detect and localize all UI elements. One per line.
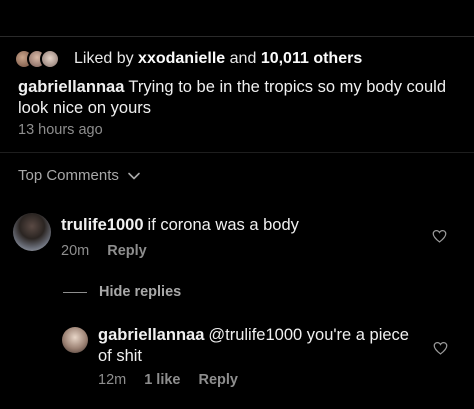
hide-replies-button[interactable]: Hide replies [63,284,181,300]
divider [63,291,87,293]
post-comments-screen: Liked by xxodanielle and 10,011 others g… [0,0,474,409]
avatar[interactable] [13,213,51,251]
hide-replies-label: Hide replies [99,284,182,300]
post-caption: gabriellannaa Trying to be in the tropics… [18,77,458,119]
reply-time: 12m [98,372,127,388]
comment-meta: 20m Reply [61,243,147,259]
liked-by-user[interactable]: xxodanielle [138,50,225,67]
caption-username[interactable]: gabriellannaa [18,78,124,96]
reply-button[interactable]: Reply [199,372,239,388]
comment-text: if corona was a body [147,216,299,234]
liked-by-row[interactable]: Liked by xxodanielle and 10,011 others [14,48,362,70]
reply-meta: 12m 1 like Reply [98,372,238,388]
liked-by-others[interactable]: 10,011 others [261,50,362,67]
liked-by-text[interactable]: Liked by xxodanielle and 10,011 others [74,50,362,68]
top-comments-label: Top Comments [18,167,119,184]
top-divider [0,36,474,37]
comment-username[interactable]: trulife1000 [61,216,144,234]
chevron-down-icon [128,172,140,179]
reply-username[interactable]: gabriellannaa [98,326,204,344]
reply-body: gabriellannaa @trulife1000 you're a piece… [98,325,418,367]
likes-count-button[interactable]: 1 like [144,372,180,388]
avatar [40,49,60,69]
reply-button[interactable]: Reply [107,243,147,259]
post-timestamp: 13 hours ago [18,122,103,138]
top-comments-dropdown[interactable]: Top Comments [18,167,141,184]
divider [0,152,474,153]
heart-icon[interactable] [432,229,447,243]
comment-time: 20m [61,243,90,259]
liker-avatars [14,48,70,70]
comment-body: trulife1000 if corona was a body [61,215,421,236]
liked-by-and: and [229,50,257,67]
heart-icon[interactable] [433,341,448,355]
liked-by-prefix: Liked by [74,50,134,67]
avatar[interactable] [62,327,88,353]
